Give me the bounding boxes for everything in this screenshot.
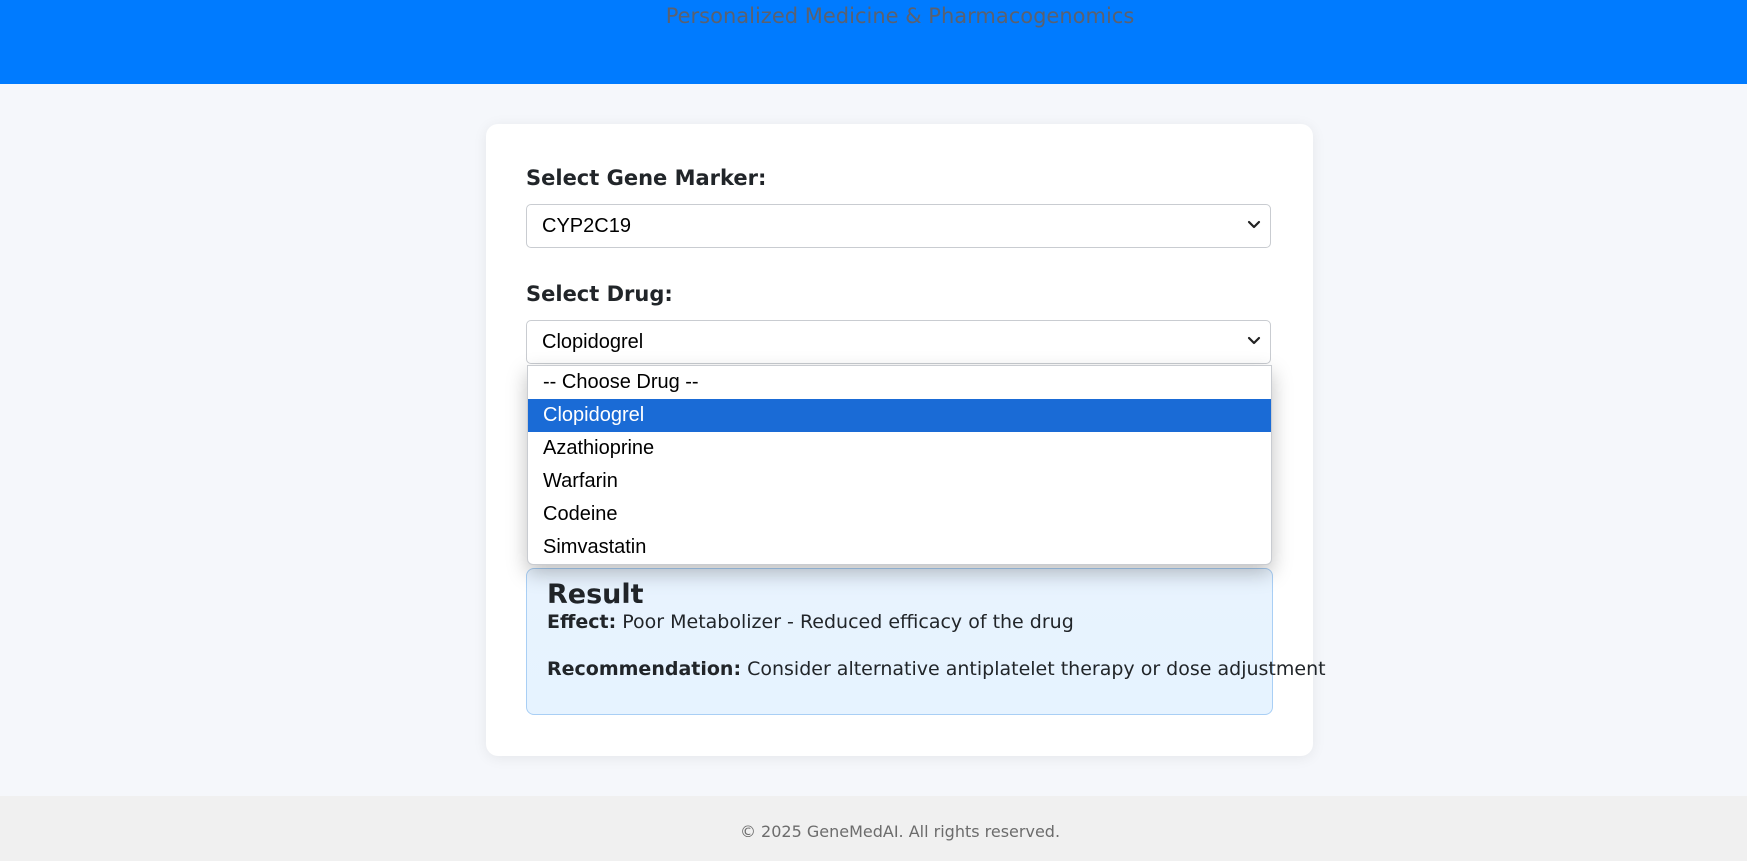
drug-option[interactable]: Warfarin — [528, 465, 1271, 498]
gene-marker-label: Select Gene Marker: — [526, 166, 767, 190]
effect-label: Effect: — [547, 611, 617, 633]
chevron-down-icon — [1247, 336, 1261, 345]
effect-value: Poor Metabolizer - Reduced efficacy of t… — [622, 611, 1074, 633]
drug-option[interactable]: Simvastatin — [528, 531, 1271, 564]
drug-option[interactable]: Azathioprine — [528, 432, 1271, 465]
result-title: Result — [547, 579, 644, 610]
header-subtitle: Personalized Medicine & Pharmacogenomics — [665, 4, 1135, 28]
effect-line: Effect: Poor Metabolizer - Reduced effic… — [547, 611, 1074, 633]
recommendation-line: Recommendation: Consider alternative ant… — [547, 658, 1326, 680]
drug-select[interactable]: Clopidogrel — [526, 320, 1271, 364]
chevron-down-icon — [1247, 220, 1261, 229]
drug-dropdown-list: -- Choose Drug -- Clopidogrel Azathiopri… — [527, 365, 1272, 565]
drug-option[interactable]: -- Choose Drug -- — [528, 366, 1271, 399]
gene-marker-select[interactable]: CYP2C19 — [526, 204, 1271, 248]
drug-value: Clopidogrel — [542, 331, 644, 353]
page-footer: © 2025 GeneMedAI. All rights reserved. — [0, 796, 1747, 861]
gene-marker-value: CYP2C19 — [542, 215, 631, 237]
result-panel: Result Effect: Poor Metabolizer - Reduce… — [526, 568, 1326, 715]
footer-copyright: © 2025 GeneMedAI. All rights reserved. — [739, 822, 1061, 841]
page-header: Personalized Medicine & Pharmacogenomics — [0, 0, 1747, 84]
drug-option-selected[interactable]: Clopidogrel — [528, 399, 1271, 432]
drug-label: Select Drug: — [526, 282, 673, 306]
recommendation-label: Recommendation: — [547, 658, 742, 680]
recommendation-value: Consider alternative antiplatelet therap… — [747, 658, 1326, 680]
drug-option[interactable]: Codeine — [528, 498, 1271, 531]
